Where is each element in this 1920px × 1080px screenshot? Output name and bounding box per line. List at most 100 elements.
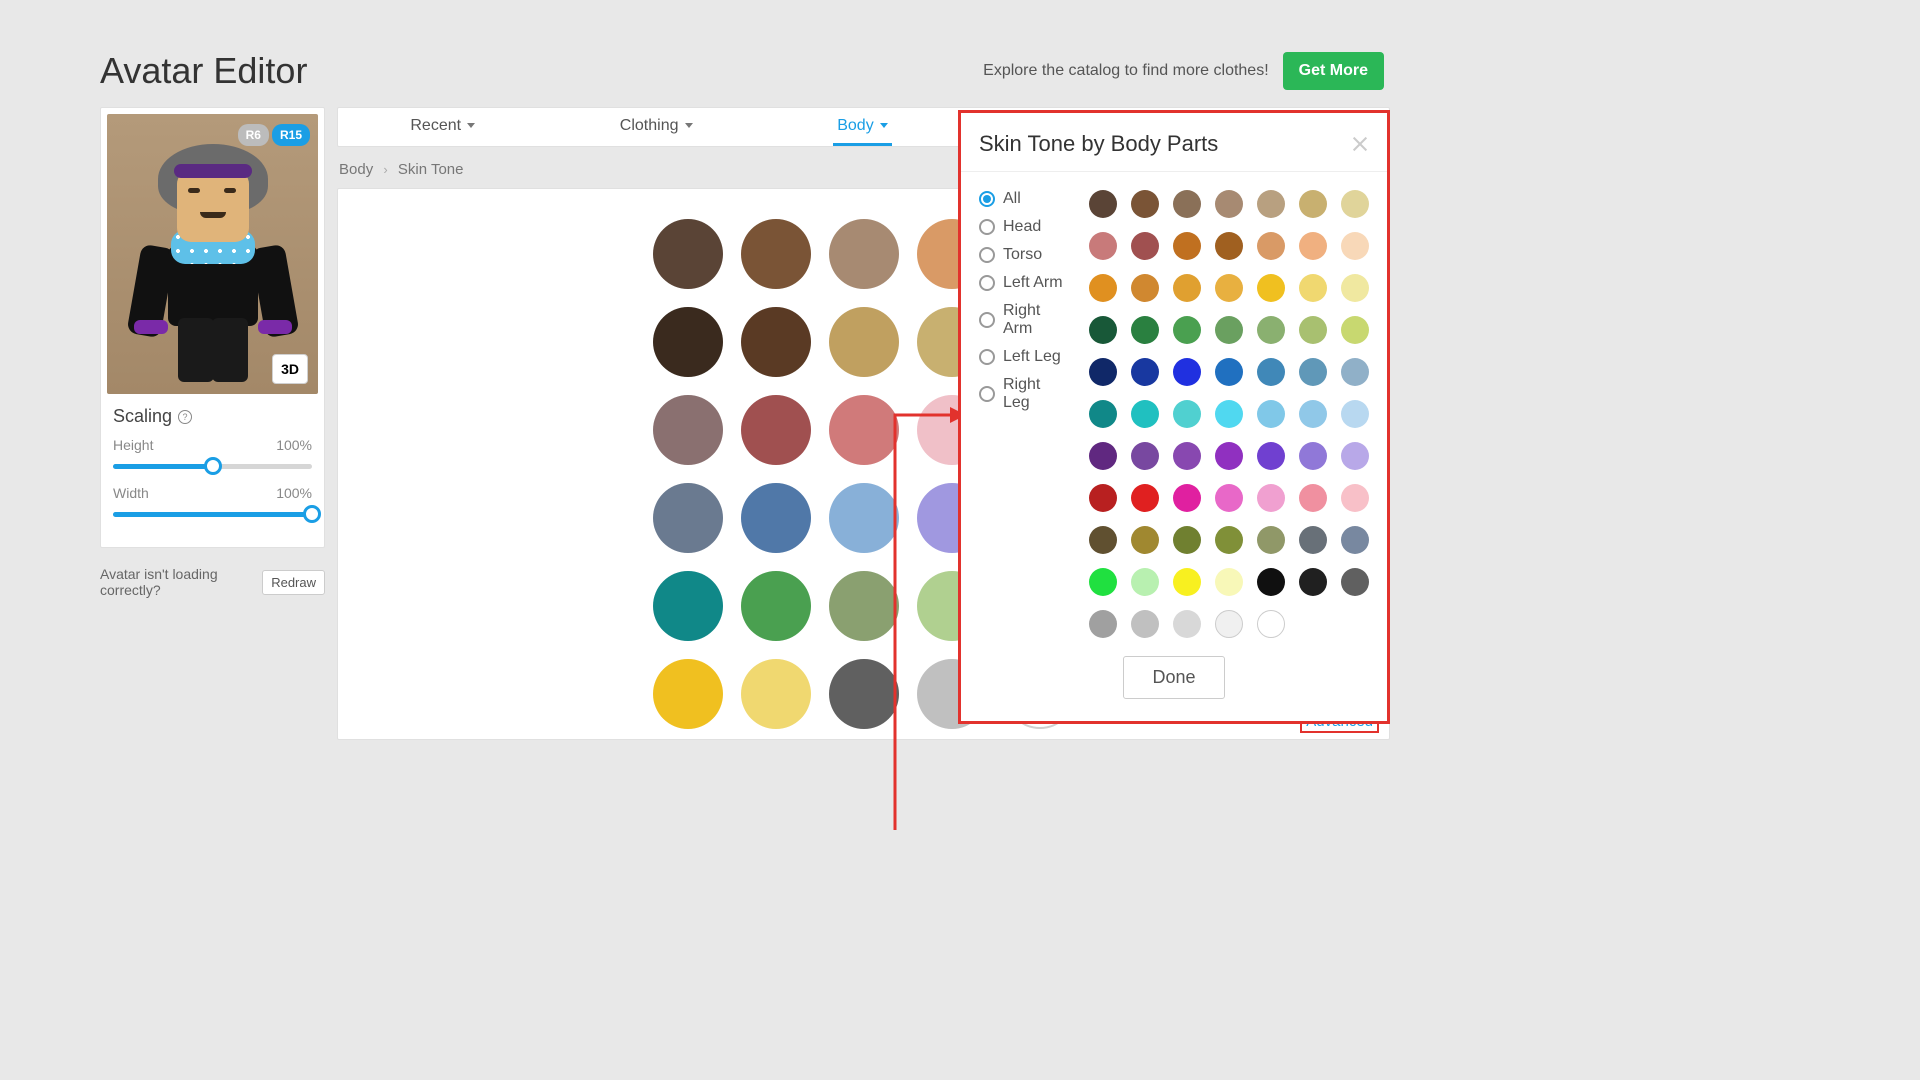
skin-tone-swatch[interactable]: [653, 307, 723, 377]
skin-tone-swatch[interactable]: [829, 307, 899, 377]
mini-skin-swatch[interactable]: [1257, 568, 1285, 596]
mini-skin-swatch[interactable]: [1131, 190, 1159, 218]
mini-skin-swatch[interactable]: [1173, 442, 1201, 470]
mini-skin-swatch[interactable]: [1089, 526, 1117, 554]
mini-skin-swatch[interactable]: [1341, 526, 1369, 554]
mini-skin-swatch[interactable]: [1257, 316, 1285, 344]
mini-skin-swatch[interactable]: [1173, 526, 1201, 554]
mini-skin-swatch[interactable]: [1257, 274, 1285, 302]
mini-skin-swatch[interactable]: [1215, 568, 1243, 596]
skin-tone-swatch[interactable]: [829, 395, 899, 465]
mini-skin-swatch[interactable]: [1341, 232, 1369, 260]
mini-skin-swatch[interactable]: [1299, 484, 1327, 512]
close-icon[interactable]: [1351, 135, 1369, 153]
mini-skin-swatch[interactable]: [1173, 232, 1201, 260]
mini-skin-swatch[interactable]: [1299, 526, 1327, 554]
mini-skin-swatch[interactable]: [1089, 568, 1117, 596]
mini-skin-swatch[interactable]: [1341, 274, 1369, 302]
mini-skin-swatch[interactable]: [1089, 274, 1117, 302]
body-part-radio-right-arm[interactable]: Right Arm: [979, 302, 1071, 338]
mini-skin-swatch[interactable]: [1131, 400, 1159, 428]
mini-skin-swatch[interactable]: [1215, 484, 1243, 512]
view-3d-button[interactable]: 3D: [272, 354, 308, 384]
skin-tone-swatch[interactable]: [653, 659, 723, 729]
mini-skin-swatch[interactable]: [1257, 232, 1285, 260]
mini-skin-swatch[interactable]: [1089, 610, 1117, 638]
mini-skin-swatch[interactable]: [1299, 568, 1327, 596]
mini-skin-swatch[interactable]: [1257, 190, 1285, 218]
done-button[interactable]: Done: [1123, 656, 1224, 699]
mini-skin-swatch[interactable]: [1341, 358, 1369, 386]
skin-tone-swatch[interactable]: [741, 483, 811, 553]
tab-clothing[interactable]: Clothing: [616, 108, 697, 146]
skin-tone-swatch[interactable]: [741, 395, 811, 465]
mini-skin-swatch[interactable]: [1173, 484, 1201, 512]
mini-skin-swatch[interactable]: [1089, 232, 1117, 260]
body-part-radio-right-leg[interactable]: Right Leg: [979, 376, 1071, 412]
mini-skin-swatch[interactable]: [1173, 274, 1201, 302]
skin-tone-swatch[interactable]: [653, 483, 723, 553]
skin-tone-swatch[interactable]: [741, 659, 811, 729]
mini-skin-swatch[interactable]: [1215, 316, 1243, 344]
mini-skin-swatch[interactable]: [1299, 400, 1327, 428]
mini-skin-swatch[interactable]: [1257, 358, 1285, 386]
mini-skin-swatch[interactable]: [1257, 484, 1285, 512]
mini-skin-swatch[interactable]: [1215, 358, 1243, 386]
mini-skin-swatch[interactable]: [1215, 526, 1243, 554]
mini-skin-swatch[interactable]: [1299, 316, 1327, 344]
skin-tone-swatch[interactable]: [741, 219, 811, 289]
mini-skin-swatch[interactable]: [1089, 484, 1117, 512]
mini-skin-swatch[interactable]: [1131, 358, 1159, 386]
mini-skin-swatch[interactable]: [1299, 232, 1327, 260]
mini-skin-swatch[interactable]: [1215, 442, 1243, 470]
body-part-radio-left-leg[interactable]: Left Leg: [979, 348, 1071, 366]
mini-skin-swatch[interactable]: [1341, 316, 1369, 344]
info-icon[interactable]: ?: [178, 410, 192, 424]
mini-skin-swatch[interactable]: [1089, 316, 1117, 344]
mini-skin-swatch[interactable]: [1299, 190, 1327, 218]
mini-skin-swatch[interactable]: [1089, 442, 1117, 470]
tab-recent[interactable]: Recent: [406, 108, 479, 146]
slider-height[interactable]: [113, 457, 312, 475]
mini-skin-swatch[interactable]: [1089, 190, 1117, 218]
get-more-button[interactable]: Get More: [1283, 52, 1384, 90]
mini-skin-swatch[interactable]: [1215, 400, 1243, 428]
skin-tone-swatch[interactable]: [829, 219, 899, 289]
mini-skin-swatch[interactable]: [1341, 190, 1369, 218]
skin-tone-swatch[interactable]: [653, 219, 723, 289]
mini-skin-swatch[interactable]: [1215, 232, 1243, 260]
mini-skin-swatch[interactable]: [1173, 190, 1201, 218]
mini-skin-swatch[interactable]: [1131, 316, 1159, 344]
mini-skin-swatch[interactable]: [1215, 274, 1243, 302]
mini-skin-swatch[interactable]: [1131, 610, 1159, 638]
mini-skin-swatch[interactable]: [1257, 610, 1285, 638]
mini-skin-swatch[interactable]: [1131, 232, 1159, 260]
mini-skin-swatch[interactable]: [1131, 274, 1159, 302]
mini-skin-swatch[interactable]: [1341, 400, 1369, 428]
mini-skin-swatch[interactable]: [1299, 358, 1327, 386]
redraw-button[interactable]: Redraw: [262, 570, 325, 595]
slider-width[interactable]: [113, 505, 312, 523]
skin-tone-swatch[interactable]: [741, 571, 811, 641]
skin-tone-swatch[interactable]: [653, 571, 723, 641]
mini-skin-swatch[interactable]: [1089, 358, 1117, 386]
mini-skin-swatch[interactable]: [1173, 568, 1201, 596]
mini-skin-swatch[interactable]: [1215, 610, 1243, 638]
mini-skin-swatch[interactable]: [1131, 484, 1159, 512]
mini-skin-swatch[interactable]: [1131, 526, 1159, 554]
body-part-radio-left-arm[interactable]: Left Arm: [979, 274, 1071, 292]
mini-skin-swatch[interactable]: [1173, 610, 1201, 638]
skin-tone-swatch[interactable]: [829, 571, 899, 641]
mini-skin-swatch[interactable]: [1215, 190, 1243, 218]
mini-skin-swatch[interactable]: [1341, 568, 1369, 596]
body-part-radio-head[interactable]: Head: [979, 218, 1071, 236]
mini-skin-swatch[interactable]: [1299, 274, 1327, 302]
breadcrumb-root[interactable]: Body: [339, 161, 373, 178]
mini-skin-swatch[interactable]: [1257, 442, 1285, 470]
skin-tone-swatch[interactable]: [741, 307, 811, 377]
skin-tone-swatch[interactable]: [653, 395, 723, 465]
mini-skin-swatch[interactable]: [1257, 400, 1285, 428]
skin-tone-swatch[interactable]: [829, 483, 899, 553]
mini-skin-swatch[interactable]: [1257, 526, 1285, 554]
mini-skin-swatch[interactable]: [1131, 442, 1159, 470]
